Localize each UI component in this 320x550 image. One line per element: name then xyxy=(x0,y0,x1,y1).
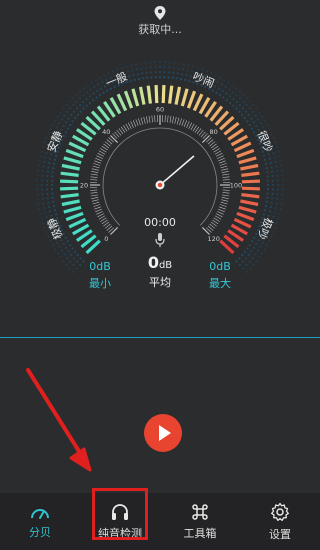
tab-decibel-label: 分贝 xyxy=(29,525,51,539)
command-icon xyxy=(192,503,208,520)
tab-toolbox-label: 工具箱 xyxy=(183,526,217,540)
bottom-tab-bar: 分贝 纯音检测 工具箱 设置 xyxy=(0,493,320,550)
tab-decibel[interactable]: 分贝 xyxy=(0,493,80,550)
annotation-arrow xyxy=(26,368,92,472)
tab-highlight-box xyxy=(92,488,148,540)
tab-toolbox[interactable]: 工具箱 xyxy=(160,493,240,550)
tab-settings[interactable]: 设置 xyxy=(240,493,320,550)
gear-icon xyxy=(271,502,289,521)
tab-settings-label: 设置 xyxy=(269,527,291,541)
gauge-icon xyxy=(31,508,49,519)
